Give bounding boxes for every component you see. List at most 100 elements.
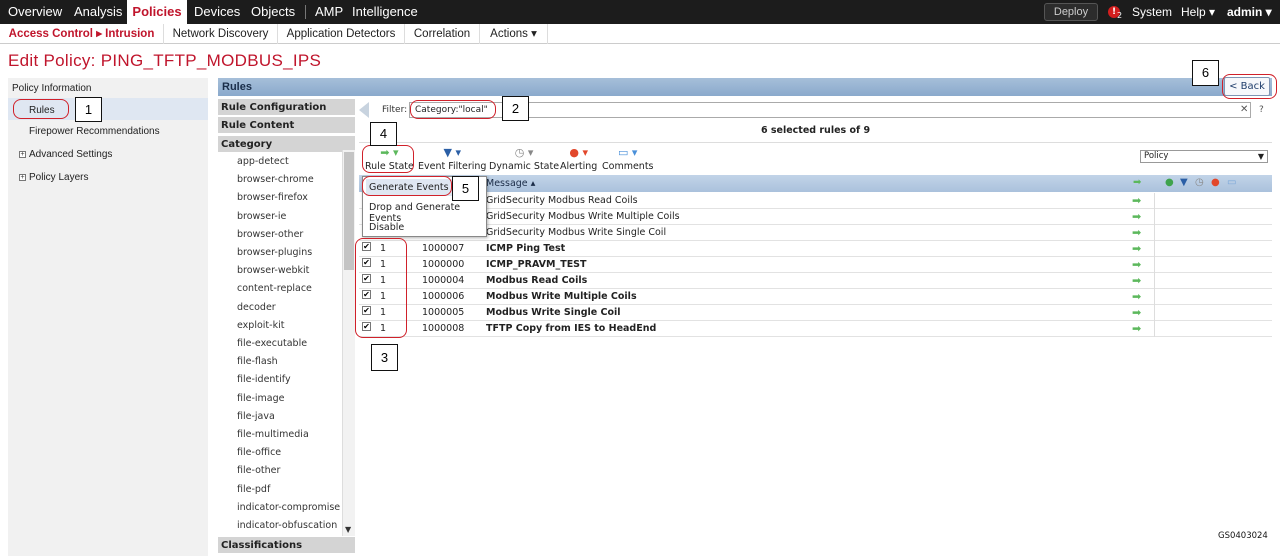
dynamic-state-column-icon[interactable]: ◷ [1195, 177, 1204, 188]
table-row[interactable]: ✔ 1 1000007 ICMP Ping Test ➡ [359, 241, 1272, 257]
table-row[interactable]: ✔ 1 1000008 TFTP Copy from IES to HeadEnd ➡ [359, 321, 1272, 337]
classifications-header[interactable]: Classifications [218, 537, 355, 554]
table-row[interactable]: ✔ 1 1000000 ICMP_PRAVM_TEST ➡ [359, 257, 1272, 273]
category-item[interactable]: content-replace [237, 283, 312, 294]
scrollbar-thumb[interactable] [344, 152, 354, 270]
deploy-button[interactable]: Deploy [1044, 3, 1098, 21]
table-row[interactable]: ✔ 1 1000004 Modbus Read Coils ➡ [359, 273, 1272, 289]
message-cell[interactable]: Modbus Write Multiple Coils [486, 289, 637, 304]
annotation-oval-rules [13, 99, 69, 119]
category-item[interactable]: browser-firefox [237, 192, 308, 203]
policy-layers-link[interactable]: + Policy Layers [19, 172, 88, 183]
policy-information-link[interactable]: Policy Information [12, 83, 91, 94]
drop-and-generate-events-option[interactable]: Drop and Generate Events [369, 202, 486, 224]
tab-actions[interactable]: Actions ▾ [480, 24, 548, 44]
message-cell[interactable]: GridSecurity Modbus Read Coils [486, 193, 638, 208]
sid-cell: 1000004 [422, 275, 465, 286]
category-item[interactable]: decoder [237, 302, 276, 313]
scroll-down-arrow-icon[interactable]: ▼ [345, 525, 351, 534]
help-icon[interactable]: ? [1259, 105, 1264, 115]
nav-objects[interactable]: Objects [251, 0, 295, 24]
category-header[interactable]: Category [218, 136, 355, 153]
alert-column-icon[interactable]: ● [1211, 177, 1220, 188]
message-cell[interactable]: ICMP Ping Test [486, 241, 565, 256]
category-item[interactable]: exploit-kit [237, 320, 284, 331]
nav-policies[interactable]: Policies [127, 0, 187, 24]
collapse-arrow-icon[interactable] [359, 102, 369, 118]
dynamic-state-button[interactable]: ◷ ▾ Dynamic State [489, 146, 559, 173]
message-cell[interactable]: GridSecurity Modbus Write Multiple Coils [486, 209, 680, 224]
message-cell[interactable]: Modbus Write Single Coil [486, 305, 621, 320]
nav-overview[interactable]: Overview [8, 0, 62, 24]
rule-filter-panel: Rule Configuration Rule Content Category… [218, 98, 355, 558]
category-item[interactable]: browser-chrome [237, 174, 314, 185]
category-item[interactable]: browser-plugins [237, 247, 312, 258]
message-cell[interactable]: Modbus Read Coils [486, 273, 587, 288]
rule-state-arrow-icon: ➡ [1132, 274, 1142, 287]
tab-access-control-intrusion[interactable]: Access Control ▸ Intrusion [0, 24, 164, 44]
alerting-button[interactable]: ● ▾ Alerting [560, 146, 597, 173]
nav-devices[interactable]: Devices [194, 0, 240, 24]
category-item[interactable]: file-flash [237, 356, 278, 367]
message-cell[interactable]: ICMP_PRAVM_TEST [486, 257, 587, 272]
category-item[interactable]: file-image [237, 393, 285, 404]
rule-content-header[interactable]: Rule Content [218, 117, 355, 134]
category-item[interactable]: browser-webkit [237, 265, 309, 276]
category-item[interactable]: indicator-compromise [237, 502, 340, 513]
comment-column-icon[interactable]: ▭ [1227, 177, 1236, 188]
category-item[interactable]: file-multimedia [237, 429, 309, 440]
tab-correlation[interactable]: Correlation [405, 24, 480, 44]
message-column-header[interactable]: Message ▴ [486, 178, 535, 189]
recommendation-column-icon[interactable]: ● [1165, 177, 1174, 188]
nav-system[interactable]: System [1132, 0, 1172, 24]
rule-state-column-icon[interactable]: ➡ [1133, 177, 1141, 188]
policy-select[interactable]: Policy ▼ [1140, 150, 1268, 163]
nav-intelligence[interactable]: Intelligence [352, 0, 418, 24]
nav-admin[interactable]: admin ▾ [1227, 0, 1272, 24]
nav-help[interactable]: Help ▾ [1181, 0, 1215, 24]
annotation-oval-back [1222, 74, 1277, 99]
top-navigation-bar: Overview Analysis Policies Devices Objec… [0, 0, 1280, 24]
table-row[interactable]: GridSecurity Modbus Write Multiple Coils… [359, 209, 1272, 225]
firepower-recommendations-link[interactable]: Firepower Recommendations [29, 126, 160, 137]
message-cell[interactable]: GridSecurity Modbus Write Single Coil [486, 225, 666, 240]
comment-bubble-icon: ▭ ▾ [618, 146, 638, 159]
message-cell[interactable]: TFTP Copy from IES to HeadEnd [486, 321, 656, 336]
filter-label: Filter: [382, 105, 408, 115]
clock-icon: ◷ ▾ [514, 146, 534, 159]
disable-option[interactable]: Disable [369, 222, 404, 233]
event-filtering-button[interactable]: ▼ ▾ Event Filtering [418, 146, 486, 173]
table-row[interactable]: GridSecurity Modbus Read Coils ➡ [359, 193, 1272, 209]
rule-state-arrow-icon: ➡ [1132, 258, 1142, 271]
expand-icon[interactable]: + [19, 173, 26, 181]
category-scrollbar[interactable]: ▼ [342, 150, 355, 536]
nav-analysis[interactable]: Analysis [74, 0, 122, 24]
category-item[interactable]: browser-other [237, 229, 303, 240]
category-item[interactable]: file-pdf [237, 484, 270, 495]
category-item[interactable]: file-executable [237, 338, 307, 349]
column-divider [1154, 273, 1155, 289]
tab-network-discovery[interactable]: Network Discovery [164, 24, 278, 44]
category-item[interactable]: file-identify [237, 374, 291, 385]
table-row[interactable]: ✔ 1 1000006 Modbus Write Multiple Coils ➡ [359, 289, 1272, 305]
funnel-icon: ▼ ▾ [443, 146, 461, 159]
table-row[interactable]: GridSecurity Modbus Write Single Coil ➡ [359, 225, 1272, 241]
category-item[interactable]: file-office [237, 447, 281, 458]
category-item[interactable]: app-detect [237, 156, 289, 167]
table-row[interactable]: ✔ 1 1000005 Modbus Write Single Coil ➡ [359, 305, 1272, 321]
category-item[interactable]: file-other [237, 465, 280, 476]
rule-configuration-header[interactable]: Rule Configuration [218, 99, 355, 116]
category-item[interactable]: indicator-obfuscation [237, 520, 337, 531]
clear-filter-icon[interactable]: ✕ [1240, 104, 1248, 115]
event-filter-column-icon[interactable]: ▼ [1180, 177, 1188, 188]
expand-icon[interactable]: + [19, 150, 26, 158]
comments-button[interactable]: ▭ ▾ Comments [602, 146, 654, 173]
nav-amp[interactable]: AMP [315, 0, 343, 24]
column-divider [1154, 241, 1155, 257]
filter-input[interactable]: Category:"local" [409, 102, 1251, 118]
tab-application-detectors[interactable]: Application Detectors [278, 24, 405, 44]
advanced-settings-link[interactable]: + Advanced Settings [19, 149, 112, 160]
category-item[interactable]: file-java [237, 411, 275, 422]
category-item[interactable]: browser-ie [237, 211, 286, 222]
alert-circle-icon: ● ▾ [569, 146, 588, 159]
